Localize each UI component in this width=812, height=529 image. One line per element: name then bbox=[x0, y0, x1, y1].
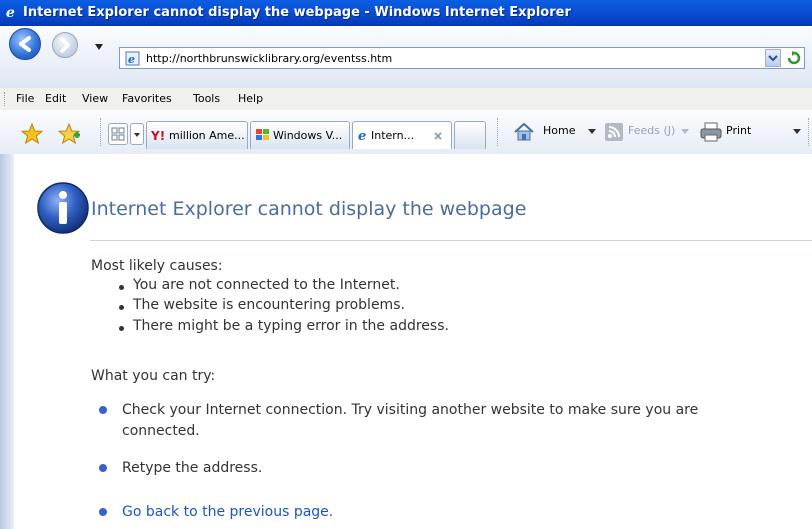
cause-bullet bbox=[119, 305, 124, 310]
cause-bullet bbox=[119, 285, 124, 290]
address-dropdown-button[interactable] bbox=[765, 49, 781, 67]
menu-edit[interactable]: Edit bbox=[45, 92, 66, 105]
svg-text:e: e bbox=[128, 53, 135, 66]
suggestion-item-continued: connected. bbox=[122, 423, 200, 439]
suggestion-item: Check your Internet connection. Try visi… bbox=[122, 402, 699, 418]
toolbar-grip[interactable] bbox=[4, 92, 7, 106]
history-dropdown-icon[interactable] bbox=[94, 43, 104, 51]
navigation-bar: e bbox=[0, 26, 812, 88]
suggestion-bullet bbox=[99, 406, 107, 414]
address-field[interactable]: e bbox=[119, 47, 805, 69]
print-icon[interactable] bbox=[699, 121, 723, 143]
svg-text:Y!: Y! bbox=[151, 129, 165, 142]
chevron-down-icon bbox=[768, 55, 778, 62]
favorites-star-icon[interactable] bbox=[20, 122, 44, 146]
url-input[interactable] bbox=[146, 50, 746, 66]
print-label[interactable]: Print bbox=[726, 124, 751, 137]
window-title: Internet Explorer cannot display the web… bbox=[23, 5, 571, 20]
tab-list-button[interactable] bbox=[130, 123, 144, 145]
feeds-label[interactable]: Feeds (J) bbox=[628, 124, 675, 137]
tab-yahoo[interactable]: Y! million Ame... bbox=[146, 121, 248, 149]
info-icon bbox=[37, 182, 89, 234]
page-icon: e bbox=[125, 51, 140, 66]
home-dropdown-icon[interactable] bbox=[588, 129, 596, 135]
cause-item: You are not connected to the Internet. bbox=[133, 277, 400, 293]
svg-text:e: e bbox=[358, 129, 366, 142]
causes-title: Most likely causes: bbox=[91, 258, 223, 274]
try-title: What you can try: bbox=[91, 368, 216, 384]
tab-yahoo-label: million Ame... bbox=[169, 129, 245, 142]
add-to-favorites-icon[interactable] bbox=[57, 122, 81, 146]
home-label[interactable]: Home bbox=[543, 124, 575, 137]
toolbar-separator bbox=[100, 118, 102, 146]
tab-windows-label: Windows V... bbox=[273, 129, 343, 142]
content-left-edge bbox=[0, 154, 14, 529]
forward-arrow-icon bbox=[60, 37, 70, 53]
tab-ie-label: Intern... bbox=[371, 129, 415, 142]
window-title-bar[interactable]: e Internet Explorer cannot display the w… bbox=[0, 0, 812, 26]
quick-tabs-button[interactable] bbox=[108, 123, 128, 145]
tab-internet-explorer[interactable]: e Intern... bbox=[352, 121, 452, 149]
ie-logo-icon: e bbox=[6, 5, 15, 20]
title-divider bbox=[90, 240, 812, 241]
menu-help[interactable]: Help bbox=[238, 92, 263, 105]
quick-tabs-icon bbox=[111, 127, 125, 141]
refresh-icon[interactable] bbox=[786, 50, 802, 66]
new-tab-button[interactable] bbox=[454, 121, 486, 149]
print-dropdown-icon[interactable] bbox=[793, 129, 801, 135]
cause-bullet bbox=[119, 326, 124, 331]
menu-view[interactable]: View bbox=[82, 92, 108, 105]
cause-item: There might be a typing error in the add… bbox=[133, 318, 449, 334]
forward-button[interactable] bbox=[52, 32, 78, 58]
feeds-dropdown-icon[interactable] bbox=[681, 129, 689, 135]
menu-file[interactable]: File bbox=[16, 92, 34, 105]
windows-flag-icon bbox=[256, 129, 269, 140]
feeds-icon[interactable] bbox=[604, 122, 624, 142]
back-button[interactable] bbox=[9, 28, 41, 60]
suggestion-bullet bbox=[99, 508, 107, 516]
go-back-link[interactable]: Go back to the previous page. bbox=[122, 504, 333, 520]
menu-favorites[interactable]: Favorites bbox=[122, 92, 172, 105]
toolbar-separator bbox=[808, 118, 810, 146]
yahoo-icon: Y! bbox=[151, 129, 165, 142]
menu-tools[interactable]: Tools bbox=[193, 92, 220, 105]
tab-toolbar: Y! million Ame... Windows V... e Intern.… bbox=[0, 110, 812, 155]
svg-text:e: e bbox=[6, 5, 15, 20]
cause-item: The website is encountering problems. bbox=[133, 297, 405, 313]
chevron-down-icon bbox=[134, 133, 140, 137]
toolbar-separator bbox=[497, 118, 499, 146]
close-tab-icon[interactable] bbox=[433, 131, 443, 141]
back-arrow-icon bbox=[19, 36, 31, 52]
page-title: Internet Explorer cannot display the web… bbox=[91, 198, 527, 220]
suggestion-item: Retype the address. bbox=[122, 460, 263, 476]
suggestion-bullet bbox=[99, 464, 107, 472]
menu-bar: File Edit View Favorites Tools Help bbox=[0, 88, 812, 110]
tab-windows[interactable]: Windows V... bbox=[250, 121, 350, 149]
home-icon[interactable] bbox=[512, 120, 536, 144]
